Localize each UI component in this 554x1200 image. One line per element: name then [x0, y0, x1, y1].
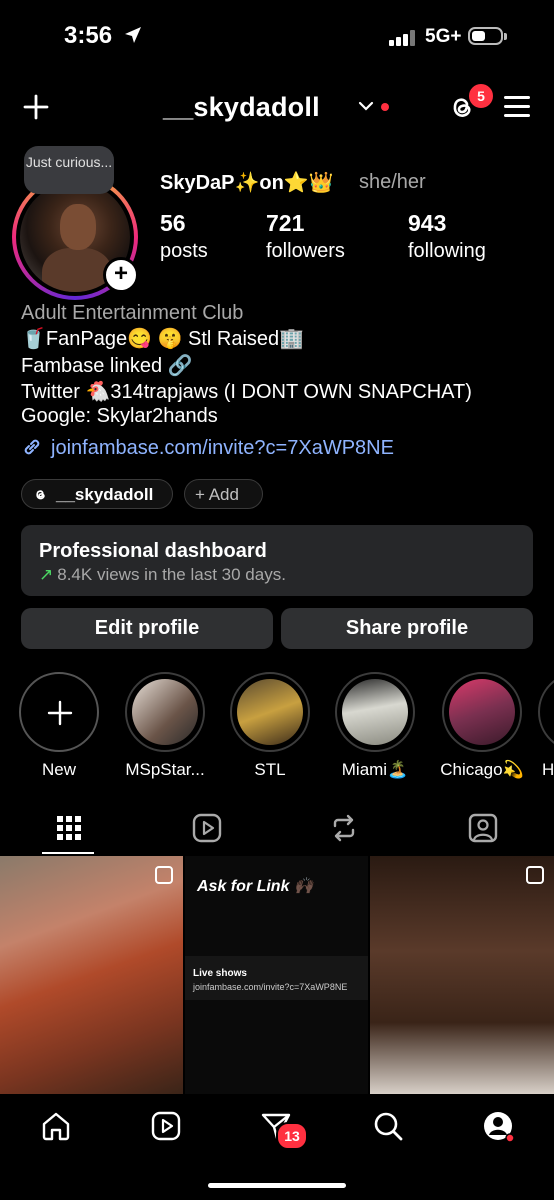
- grid-icon[interactable]: [52, 811, 86, 845]
- active-tab-indicator: [42, 852, 94, 854]
- tagged-icon[interactable]: [466, 811, 500, 845]
- profile-tabs: [0, 805, 554, 855]
- status-bar: 3:56 5G+: [0, 0, 554, 74]
- trend-up-icon: ↗: [39, 565, 54, 584]
- dashboard-title: Professional dashboard: [39, 540, 267, 562]
- highlight-label: New: [41, 760, 76, 779]
- highlight-item[interactable]: MSpStar...: [117, 672, 213, 780]
- post-title: Ask for Link 🙌🏿: [197, 878, 314, 895]
- reposts-icon[interactable]: [327, 811, 361, 845]
- share-profile-button[interactable]: Share profile: [281, 608, 533, 649]
- bio-link[interactable]: joinfambase.com/invite?c=7XaWP8NE: [21, 436, 394, 460]
- network-label: 5G+: [425, 26, 462, 47]
- highlight-label: Miami🏝️: [341, 760, 409, 779]
- bio-line: Fambase linked 🔗: [21, 355, 193, 377]
- highlight-label: Chicago💫: [440, 760, 524, 779]
- add-link-pill[interactable]: + Add: [184, 479, 263, 509]
- carousel-icon: [526, 866, 544, 884]
- professional-dashboard[interactable]: Professional dashboard ↗ 8.4K views in th…: [21, 525, 533, 596]
- stat-followers[interactable]: 721 followers: [266, 210, 345, 263]
- account-username[interactable]: __skydadoll: [163, 92, 320, 123]
- battery-icon: [468, 27, 507, 45]
- highlight-item[interactable]: Miami🏝️: [327, 672, 423, 780]
- profile-category: Adult Entertainment Club: [21, 302, 244, 324]
- chevron-down-icon[interactable]: [358, 100, 374, 112]
- highlight-label: H: [542, 760, 554, 779]
- search-icon[interactable]: [372, 1110, 404, 1142]
- dashboard-views: 8.4K views in the last 30 days.: [57, 565, 286, 584]
- stat-label: followers: [266, 240, 345, 262]
- stat-posts[interactable]: 56 posts: [160, 210, 208, 263]
- stat-value: 943: [408, 210, 447, 236]
- grid-post[interactable]: Ask for Link 🙌🏿 Live shows joinfambase.c…: [185, 856, 368, 1094]
- highlight-item[interactable]: H: [538, 672, 554, 780]
- create-plus-icon[interactable]: [23, 94, 49, 120]
- threads-icon: [36, 490, 45, 500]
- note-bubble[interactable]: Just curious...: [24, 146, 114, 194]
- link-icon: [24, 439, 40, 455]
- bio-link-text: joinfambase.com/invite?c=7XaWP8NE: [51, 437, 394, 459]
- post-url: joinfambase.com/invite?c=7XaWP8NE: [193, 982, 348, 992]
- bio-line: 🥤FanPage😋 🤫 Stl Raised🏢: [21, 328, 305, 350]
- status-time: 3:56: [64, 22, 113, 49]
- unread-dot: [381, 103, 389, 111]
- location-arrow-icon: [125, 27, 141, 43]
- profile-header: __skydadoll 5: [0, 82, 554, 130]
- home-icon[interactable]: [40, 1110, 72, 1142]
- highlight-new[interactable]: New: [11, 672, 107, 780]
- dashboard-subtitle: ↗ 8.4K views in the last 30 days.: [39, 565, 286, 585]
- profile-nav-icon[interactable]: [482, 1110, 514, 1142]
- signal-icon: [389, 30, 417, 46]
- post-subtitle: Live shows: [193, 968, 247, 979]
- bio-line: Google: Skylar2hands: [21, 405, 218, 427]
- stat-following[interactable]: 943 following: [408, 210, 486, 263]
- highlight-label: MSpStar...: [125, 760, 205, 779]
- stat-value: 721: [266, 210, 305, 236]
- bio-line: Twitter 🐔314trapjaws (I DONT OWN SNAPCHA…: [21, 381, 472, 403]
- messages-badge: 13: [276, 1122, 308, 1150]
- add-story-plus-icon[interactable]: +: [103, 257, 139, 293]
- reels-nav-icon[interactable]: [150, 1110, 182, 1142]
- highlight-item[interactable]: Chicago💫: [434, 672, 530, 780]
- stat-label: following: [408, 240, 486, 262]
- stat-label: posts: [160, 240, 208, 262]
- display-name: SkyDaP✨on⭐👑: [160, 172, 334, 194]
- edit-profile-button[interactable]: Edit profile: [21, 608, 273, 649]
- highlight-item[interactable]: STL: [222, 672, 318, 780]
- post-grid: Ask for Link 🙌🏿 Live shows joinfambase.c…: [0, 856, 554, 1094]
- grid-post[interactable]: [370, 856, 554, 1094]
- carousel-icon: [155, 866, 173, 884]
- home-indicator: [208, 1183, 346, 1188]
- threads-pill-label: __skydadoll: [56, 485, 154, 504]
- stat-value: 56: [160, 210, 186, 236]
- pronouns: she/her: [359, 171, 426, 193]
- threads-badge: 5: [467, 82, 495, 110]
- grid-post[interactable]: [0, 856, 183, 1094]
- highlight-label: STL: [254, 760, 286, 779]
- menu-icon[interactable]: [504, 96, 532, 118]
- plus-icon: [47, 700, 73, 726]
- reels-icon[interactable]: [190, 811, 224, 845]
- threads-profile-pill[interactable]: __skydadoll: [21, 479, 173, 509]
